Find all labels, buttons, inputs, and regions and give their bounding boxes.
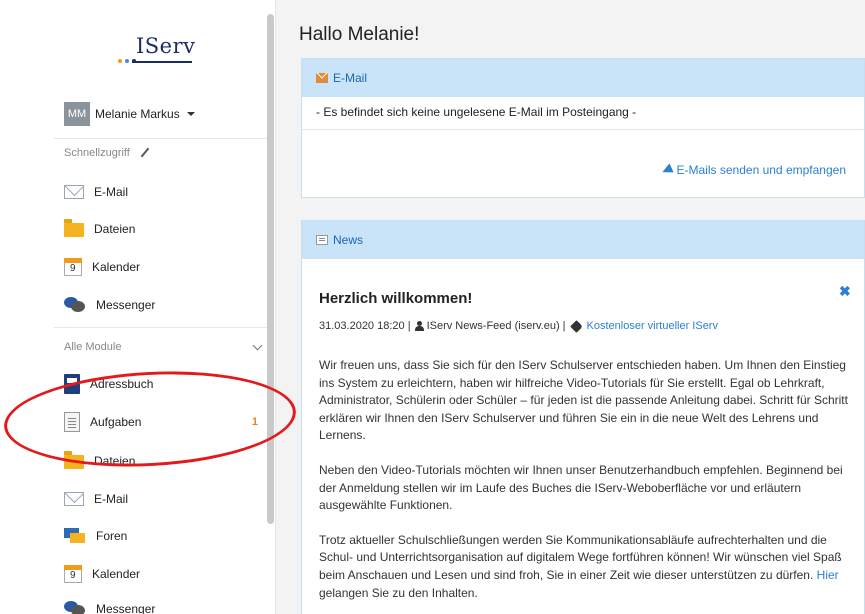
divider <box>54 327 268 328</box>
news-headline: Herzlich willkommen! <box>319 290 473 307</box>
mail-icon <box>64 185 84 199</box>
logo-text: IServ <box>136 34 196 58</box>
mail-icon <box>316 73 328 83</box>
news-tag-link[interactable]: Kostenloser virtueller IServ <box>587 320 718 332</box>
module-item-files[interactable]: Dateien <box>64 448 264 474</box>
quick-item-label: Dateien <box>94 222 136 236</box>
quick-item-files[interactable]: Dateien <box>64 216 264 242</box>
sidebar-scrollbar[interactable] <box>267 14 274 524</box>
news-author: IServ News-Feed (iserv.eu) | <box>426 320 566 332</box>
module-item-tasks[interactable]: Aufgaben 1 <box>64 409 264 435</box>
module-item-label: Aufgaben <box>90 415 142 429</box>
module-item-email[interactable]: E-Mail <box>64 486 264 512</box>
tag-icon <box>569 319 583 333</box>
paper-plane-icon <box>659 163 674 177</box>
news-body: Wir freuen uns, dass Sie sich für den IS… <box>319 357 859 614</box>
quick-item-email[interactable]: E-Mail <box>64 179 264 205</box>
quick-item-label: E-Mail <box>94 185 129 199</box>
tasks-count-badge: 1 <box>251 416 258 428</box>
email-panel-title: E-Mail <box>333 71 368 85</box>
chat-icon <box>64 601 86 614</box>
forum-icon <box>64 528 86 544</box>
pencil-icon[interactable] <box>140 148 150 158</box>
caret-down-icon <box>186 112 195 116</box>
news-icon <box>316 235 328 245</box>
iserv-logo[interactable]: IServ <box>118 34 198 68</box>
chat-icon <box>64 297 86 313</box>
news-date: 31.03.2020 18:20 | <box>319 320 411 332</box>
news-paragraph: Trotz aktueller Schulschließungen werden… <box>319 532 842 600</box>
user-icon <box>414 321 424 331</box>
module-item-label: E-Mail <box>94 492 129 506</box>
news-panel-title: News <box>333 233 364 247</box>
news-panel-header: News <box>302 221 864 259</box>
email-status-text: - Es befindet sich keine ungelesene E-Ma… <box>302 97 864 130</box>
send-receive-email-link[interactable]: E-Mails senden und empfangen <box>659 163 846 177</box>
tasks-icon <box>64 412 80 432</box>
email-panel: E-Mail - Es befindet sich keine ungelese… <box>301 58 865 198</box>
module-item-label: Dateien <box>94 454 136 468</box>
news-meta: 31.03.2020 18:20 | IServ News-Feed (iser… <box>319 319 718 333</box>
calendar-icon: 9 <box>64 258 82 276</box>
quick-access-label: Schnellzugriff <box>64 147 130 159</box>
main-content: Hallo Melanie! E-Mail - Es befindet sich… <box>277 0 865 614</box>
quick-item-label: Kalender <box>92 260 141 274</box>
module-item-calendar[interactable]: 9 Kalender <box>64 561 264 587</box>
module-item-messenger[interactable]: Messenger <box>64 596 264 614</box>
folder-icon <box>64 451 84 469</box>
mail-icon <box>64 492 84 506</box>
email-panel-header: E-Mail <box>302 59 864 97</box>
sidebar: IServ MM Melanie Markus Schnellzugriff E… <box>0 0 276 614</box>
content-link[interactable]: Hier <box>817 568 839 582</box>
module-item-label: Foren <box>96 529 128 543</box>
divider <box>54 138 268 139</box>
news-paragraph: Neben den Video-Tutorials möchten wir Ih… <box>319 462 843 513</box>
module-item-label: Adressbuch <box>90 377 154 391</box>
close-icon[interactable]: ✖ <box>839 283 851 300</box>
page-title: Hallo Melanie! <box>299 24 420 45</box>
all-modules-label: Alle Module <box>64 341 122 353</box>
module-item-addressbook[interactable]: Adressbuch <box>64 371 264 397</box>
news-panel: News Herzlich willkommen! ✖ 31.03.2020 1… <box>301 220 865 614</box>
module-item-forums[interactable]: Foren <box>64 523 264 549</box>
quick-item-messenger[interactable]: Messenger <box>64 292 264 318</box>
all-modules-heading[interactable]: Alle Module <box>64 341 121 353</box>
avatar: MM <box>64 102 90 126</box>
logo-underline <box>132 61 192 63</box>
quick-access-heading: Schnellzugriff <box>64 147 150 159</box>
news-paragraph: Wir freuen uns, dass Sie sich für den IS… <box>319 358 848 443</box>
addressbook-icon <box>64 374 80 394</box>
quick-item-calendar[interactable]: 9 Kalender <box>64 254 264 280</box>
calendar-icon: 9 <box>64 565 82 583</box>
folder-icon <box>64 219 84 237</box>
module-item-label: Kalender <box>92 567 141 581</box>
chevron-down-icon[interactable] <box>252 340 263 351</box>
user-name: Melanie Markus <box>95 107 180 121</box>
module-item-label: Messenger <box>96 602 156 614</box>
user-menu[interactable]: MM Melanie Markus <box>64 102 195 126</box>
quick-item-label: Messenger <box>96 298 156 312</box>
